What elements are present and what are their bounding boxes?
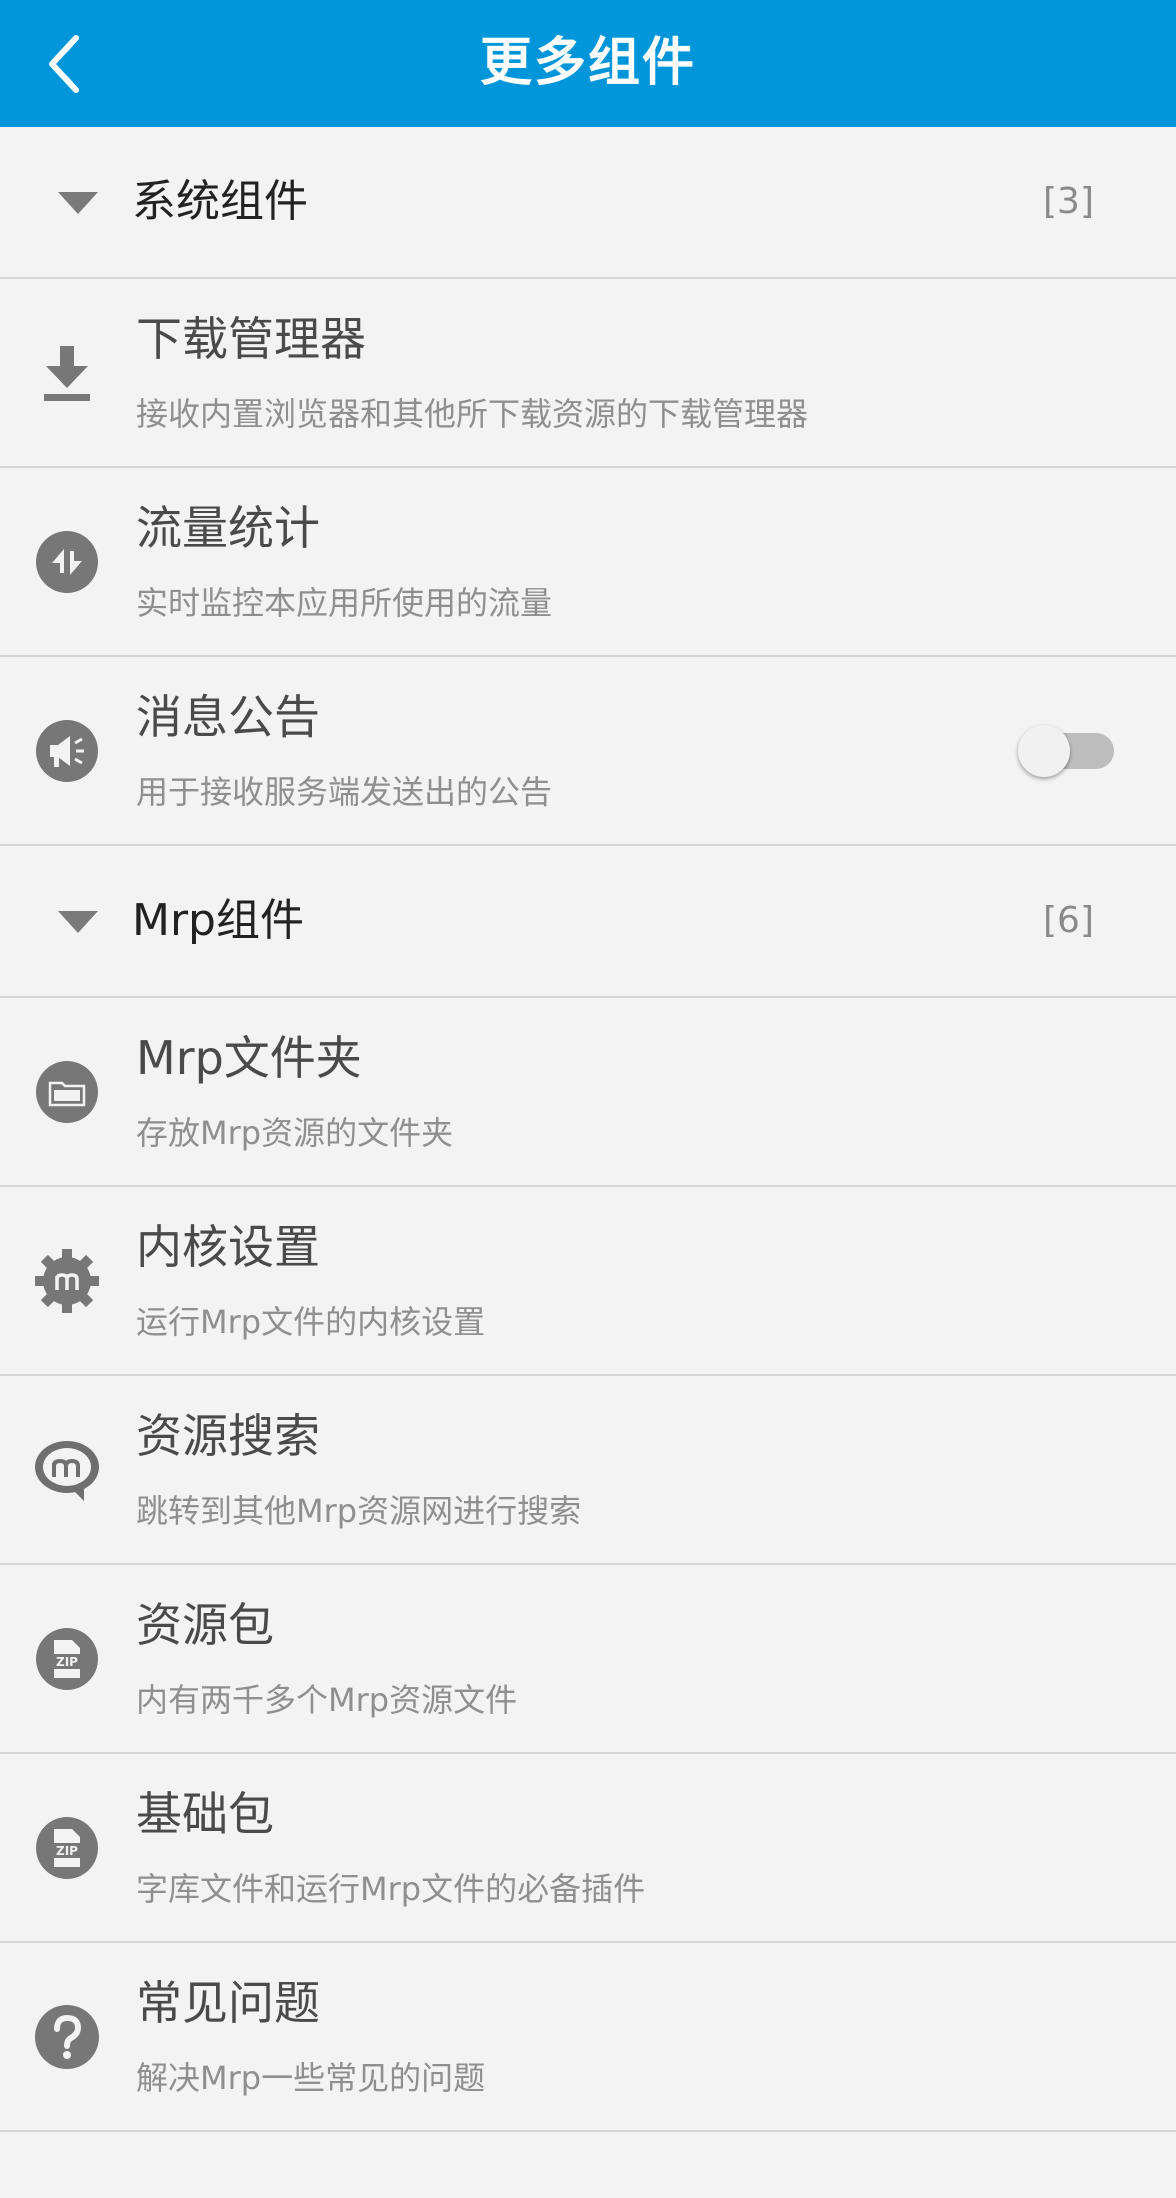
item-subtitle: 接收内置浏览器和其他所下载资源的下载管理器 — [136, 395, 809, 433]
toggle-thumb — [1018, 725, 1070, 777]
svg-text:ZIP: ZIP — [56, 1844, 78, 1858]
item-subtitle: 实时监控本应用所使用的流量 — [136, 584, 553, 622]
caret-down-icon — [58, 192, 98, 214]
item-subtitle: 内有两千多个Mrp资源文件 — [136, 1681, 518, 1719]
question-icon — [34, 2004, 100, 2070]
list-item-mrp-folder[interactable]: Mrp文件夹 存放Mrp资源的文件夹 — [0, 998, 1176, 1187]
item-subtitle: 字库文件和运行Mrp文件的必备插件 — [136, 1870, 646, 1908]
group-count: [6] — [1043, 900, 1094, 941]
svg-text:ZIP: ZIP — [56, 1655, 78, 1669]
item-subtitle: 跳转到其他Mrp资源网进行搜索 — [136, 1492, 582, 1530]
group-header-system[interactable]: 系统组件 [3] — [0, 127, 1176, 279]
item-subtitle: 存放Mrp资源的文件夹 — [136, 1114, 454, 1152]
announcement-toggle[interactable] — [1018, 725, 1114, 777]
item-title: 下载管理器 — [136, 312, 366, 366]
group-header-mrp[interactable]: Mrp组件 [6] — [0, 846, 1176, 998]
list-item-kernel-settings[interactable]: 内核设置 运行Mrp文件的内核设置 — [0, 1187, 1176, 1376]
download-icon — [34, 340, 100, 406]
component-list: 系统组件 [3] 下载管理器 接收内置浏览器和其他所下载资源的下载管理器 流量统… — [0, 127, 1176, 2132]
megaphone-icon — [34, 718, 100, 784]
search-bubble-icon — [34, 1437, 100, 1503]
item-title: 流量统计 — [136, 501, 320, 555]
caret-down-icon — [58, 911, 98, 933]
group-title: Mrp组件 — [132, 895, 304, 946]
zip-icon: ZIP — [34, 1815, 100, 1881]
list-item-download-manager[interactable]: 下载管理器 接收内置浏览器和其他所下载资源的下载管理器 — [0, 279, 1176, 468]
app-bar: 更多组件 — [0, 0, 1176, 127]
group-title: 系统组件 — [132, 176, 308, 227]
zip-icon: ZIP — [34, 1626, 100, 1692]
page-title: 更多组件 — [479, 33, 696, 93]
item-title: 资源包 — [136, 1598, 274, 1652]
list-item-resource-search[interactable]: 资源搜索 跳转到其他Mrp资源网进行搜索 — [0, 1376, 1176, 1565]
mrp-folder-icon — [34, 1059, 100, 1125]
item-subtitle: 运行Mrp文件的内核设置 — [136, 1303, 486, 1341]
item-subtitle: 用于接收服务端发送出的公告 — [136, 773, 553, 811]
list-item-base-pack[interactable]: ZIP 基础包 字库文件和运行Mrp文件的必备插件 — [0, 1754, 1176, 1943]
item-title: 资源搜索 — [136, 1409, 320, 1463]
list-item-traffic-stats[interactable]: 流量统计 实时监控本应用所使用的流量 — [0, 468, 1176, 657]
item-title: 消息公告 — [136, 690, 320, 744]
group-count: [3] — [1043, 181, 1094, 222]
list-item-resource-pack[interactable]: ZIP 资源包 内有两千多个Mrp资源文件 — [0, 1565, 1176, 1754]
gear-icon — [34, 1248, 100, 1314]
list-item-faq[interactable]: 常见问题 解决Mrp一些常见的问题 — [0, 1943, 1176, 2132]
item-title: 基础包 — [136, 1787, 274, 1841]
item-title: 常见问题 — [136, 1976, 320, 2030]
traffic-icon — [34, 529, 100, 595]
item-title: Mrp文件夹 — [136, 1031, 362, 1085]
list-item-announcements[interactable]: 消息公告 用于接收服务端发送出的公告 — [0, 657, 1176, 846]
item-subtitle: 解决Mrp一些常见的问题 — [136, 2059, 486, 2097]
item-title: 内核设置 — [136, 1220, 320, 1274]
